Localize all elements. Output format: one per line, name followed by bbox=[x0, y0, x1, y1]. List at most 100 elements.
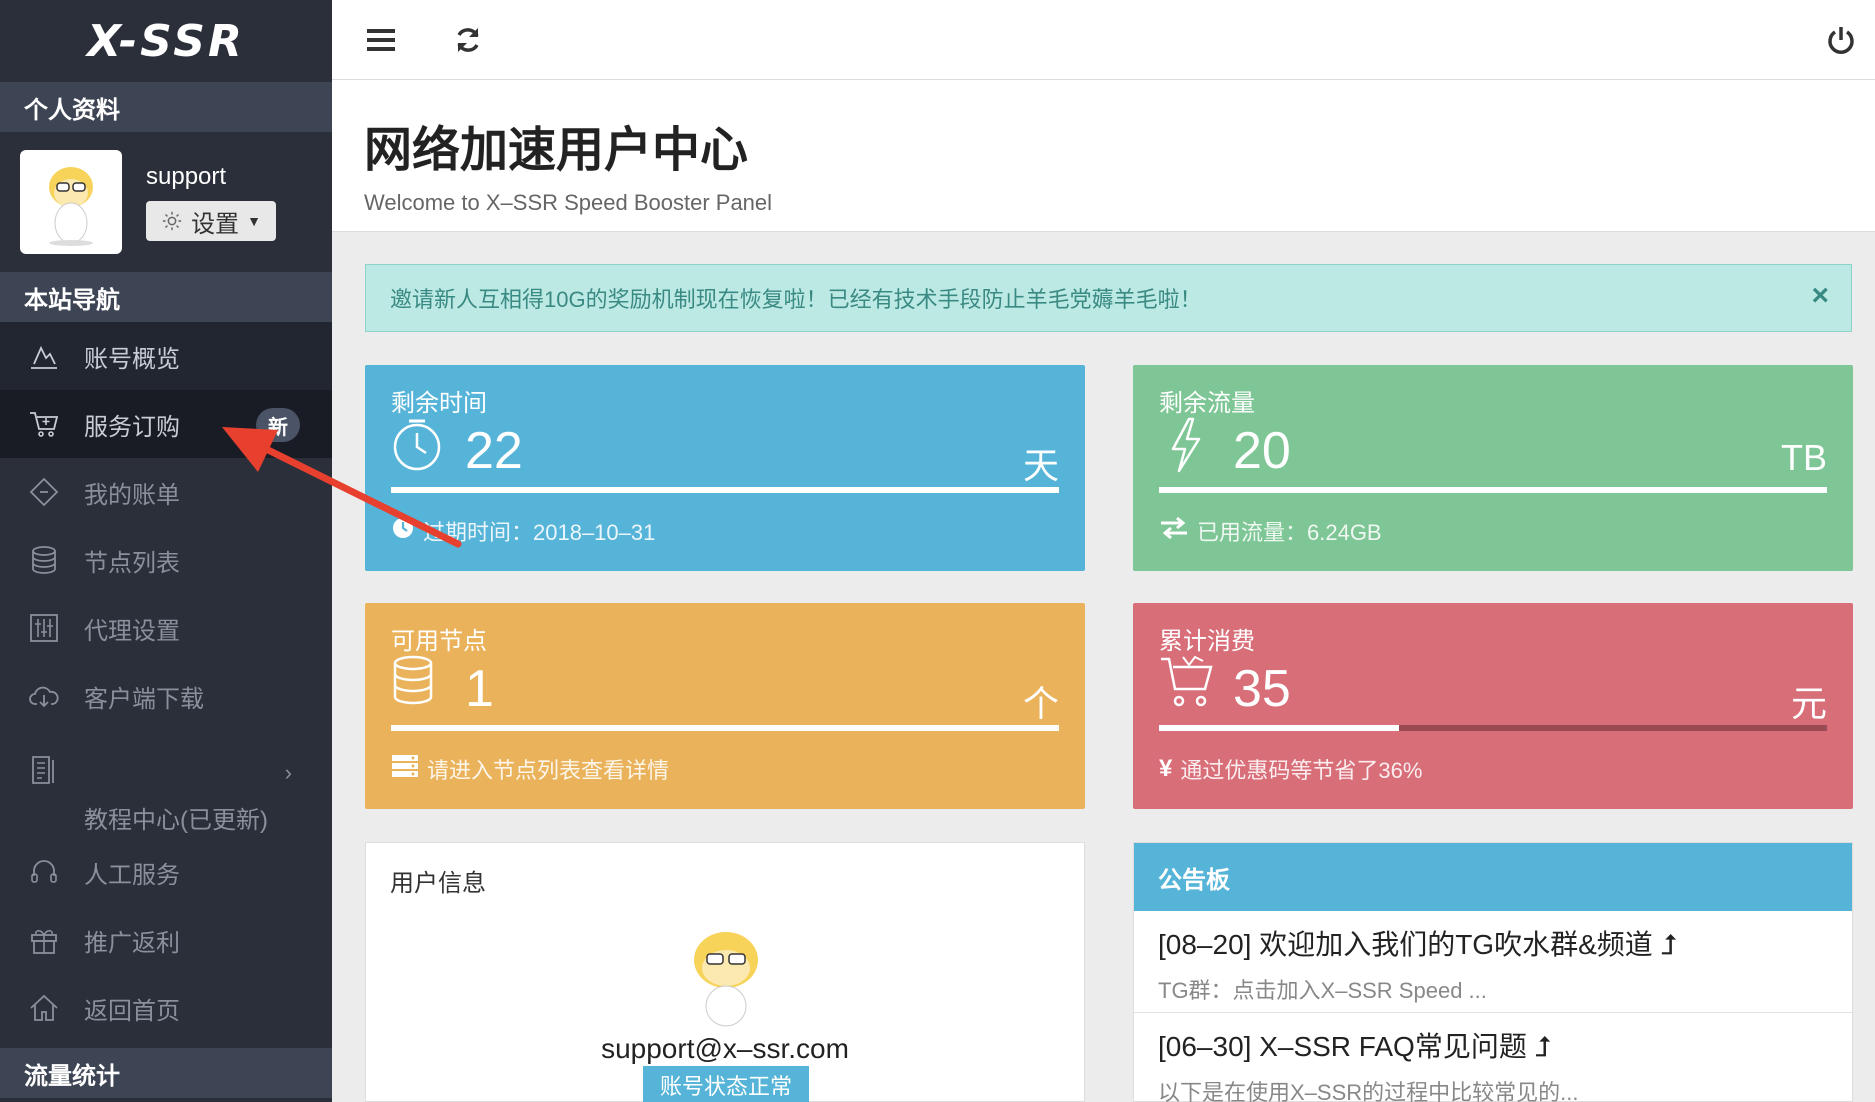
notice-board-panel: 公告板 [08–20] 欢迎加入我们的TG吹水群&频道 ⮥ TG群：点击加入X–… bbox=[1133, 842, 1853, 1102]
caret-down-icon: ▼ bbox=[247, 213, 261, 229]
notice-item[interactable]: [08–20] 欢迎加入我们的TG吹水群&频道 ⮥ TG群：点击加入X–SSR … bbox=[1134, 911, 1852, 1013]
page-title: 网络加速用户中心 bbox=[364, 124, 749, 177]
sidebar-item-label: 我的账单 bbox=[84, 481, 180, 509]
sidebar-item-bills[interactable]: 我的账单 bbox=[0, 458, 332, 526]
card-value: 35 bbox=[1233, 660, 1291, 718]
card-value: 22 bbox=[465, 422, 523, 480]
announcement-alert: 邀请新人互相得10G的奖励机制现在恢复啦！已经有技术手段防止羊毛党薅羊毛啦！ × bbox=[365, 264, 1852, 332]
panel-title: 公告板 bbox=[1134, 843, 1852, 911]
yen-icon: ¥ bbox=[1159, 755, 1173, 782]
clock-small-icon bbox=[391, 516, 415, 546]
page-header: 网络加速用户中心 Welcome to X–SSR Speed Booster … bbox=[332, 80, 1875, 232]
server-icon bbox=[391, 754, 419, 784]
sidebar-item-label: 人工服务 bbox=[84, 861, 180, 889]
database-icon bbox=[391, 655, 451, 715]
logo-text: X-SSR bbox=[87, 15, 245, 67]
notice-title[interactable]: [06–30] X–SSR FAQ常见问题 ⮥ bbox=[1158, 1025, 1828, 1065]
cart-icon bbox=[26, 406, 62, 442]
close-icon[interactable]: × bbox=[1811, 279, 1829, 313]
section-profile-header: 个人资料 bbox=[0, 82, 332, 132]
top-bar bbox=[332, 0, 1875, 80]
avatar-character-icon bbox=[49, 167, 93, 246]
page-subtitle: Welcome to X–SSR Speed Booster Panel bbox=[364, 190, 773, 215]
sidebar-item-tutorials[interactable]: 教程中心(已更新) › bbox=[0, 730, 332, 838]
settings-dropdown-button[interactable]: 设置 ▼ bbox=[146, 201, 276, 241]
section-stats-header: 流量统计 bbox=[0, 1048, 332, 1098]
progress-fill bbox=[391, 725, 1059, 731]
notice-item[interactable]: [06–30] X–SSR FAQ常见问题 ⮥ 以下是在使用X–SSR的过程中比… bbox=[1134, 1013, 1852, 1102]
sidebar-item-label: 客户端下载 bbox=[84, 685, 204, 713]
expire-date-text: 过期时间：2018–10–31 bbox=[423, 520, 656, 545]
card-footer: 已用流量：6.24GB bbox=[1159, 515, 1382, 547]
ticket-icon bbox=[26, 474, 62, 510]
refresh-icon[interactable] bbox=[448, 20, 488, 60]
gear-icon bbox=[162, 211, 182, 231]
sidebar-item-client-download[interactable]: 客户端下载 bbox=[0, 662, 332, 730]
username: support bbox=[146, 163, 227, 190]
sidebar-item-referral[interactable]: 推广返利 bbox=[0, 906, 332, 974]
user-avatar bbox=[671, 918, 781, 1028]
profile-block: support 设置 ▼ bbox=[0, 132, 332, 272]
savings-text: 通过优惠码等节省了36% bbox=[1180, 758, 1423, 783]
settings-label: 设置 bbox=[191, 210, 240, 238]
card-title: 累计消费 bbox=[1159, 628, 1255, 655]
document-icon bbox=[26, 752, 62, 788]
card-title: 剩余流量 bbox=[1159, 390, 1255, 417]
exchange-icon bbox=[1159, 516, 1189, 546]
card-value: 1 bbox=[465, 660, 494, 718]
progress-bar bbox=[391, 487, 1059, 493]
sidebar-item-support[interactable]: 人工服务 bbox=[0, 838, 332, 906]
card-value: 20 bbox=[1233, 422, 1291, 480]
node-list-hint[interactable]: 请进入节点列表查看详情 bbox=[427, 753, 669, 785]
power-icon[interactable] bbox=[1821, 20, 1861, 60]
progress-bar bbox=[1159, 725, 1827, 731]
card-unit: 天 bbox=[1022, 445, 1059, 486]
headset-icon bbox=[26, 854, 62, 890]
chart-icon bbox=[26, 338, 62, 374]
sidebar: X-SSR 个人资料 support 设置 ▼ 本站导航 账号概览 服务订购 新… bbox=[0, 0, 332, 1102]
user-info-panel: 用户信息 support@x–ssr.com 账号状态正常 bbox=[365, 842, 1085, 1102]
user-email: support@x–ssr.com bbox=[601, 1033, 849, 1064]
sidebar-item-home[interactable]: 返回首页 bbox=[0, 974, 332, 1042]
used-traffic-text: 已用流量：6.24GB bbox=[1197, 520, 1382, 545]
sidebar-item-label: 返回首页 bbox=[84, 997, 180, 1025]
total-spend-card: 累计消费 35 元 ¥ 通过优惠码等节省了36% bbox=[1133, 603, 1853, 809]
remaining-time-card: 剩余时间 22 天 过期时间：2018–10–31 bbox=[365, 365, 1085, 571]
card-title: 可用节点 bbox=[391, 628, 487, 655]
lightning-icon bbox=[1159, 417, 1219, 477]
remaining-traffic-card: 剩余流量 20 TB 已用流量：6.24GB bbox=[1133, 365, 1853, 571]
sidebar-item-label: 节点列表 bbox=[84, 549, 180, 577]
progress-bar bbox=[1159, 487, 1827, 493]
sidebar-item-label: 代理设置 bbox=[84, 617, 180, 645]
cloud-download-icon bbox=[26, 678, 62, 714]
panel-title: 用户信息 bbox=[390, 870, 486, 897]
sliders-icon bbox=[26, 610, 62, 646]
avatar[interactable] bbox=[20, 150, 122, 254]
progress-fill bbox=[1159, 725, 1400, 731]
database-icon bbox=[26, 542, 62, 578]
sidebar-item-overview[interactable]: 账号概览 bbox=[0, 322, 332, 390]
sidebar-item-label: 教程中心(已更新) bbox=[84, 807, 268, 834]
sidebar-item-label: 账号概览 bbox=[84, 345, 180, 373]
site-logo[interactable]: X-SSR bbox=[0, 0, 332, 82]
progress-fill bbox=[391, 487, 1059, 493]
sidebar-item-shop[interactable]: 服务订购 新 bbox=[0, 390, 332, 458]
card-unit: 个 bbox=[1022, 683, 1059, 724]
notice-desc: TG群：点击加入X–SSR Speed ... bbox=[1158, 978, 1487, 1003]
available-nodes-card: 可用节点 1 个 请进入节点列表查看详情 bbox=[365, 603, 1085, 809]
new-badge: 新 bbox=[256, 408, 300, 442]
card-footer: ¥ 通过优惠码等节省了36% bbox=[1159, 753, 1422, 785]
clock-icon bbox=[391, 417, 451, 477]
notice-title[interactable]: [08–20] 欢迎加入我们的TG吹水群&频道 ⮥ bbox=[1158, 923, 1828, 963]
card-unit: 元 bbox=[1790, 683, 1827, 724]
notice-desc: 以下是在使用X–SSR的过程中比较常见的... bbox=[1158, 1080, 1579, 1102]
sidebar-item-proxy-settings[interactable]: 代理设置 bbox=[0, 594, 332, 662]
shopping-cart-icon bbox=[1159, 655, 1219, 715]
avatar-character-icon bbox=[694, 932, 758, 1027]
menu-toggle-icon[interactable] bbox=[362, 20, 402, 60]
sidebar-item-nodes[interactable]: 节点列表 bbox=[0, 526, 332, 594]
card-title: 剩余时间 bbox=[391, 390, 487, 417]
sidebar-item-label: 推广返利 bbox=[84, 929, 180, 957]
home-icon bbox=[26, 990, 62, 1026]
progress-bar bbox=[391, 725, 1059, 731]
